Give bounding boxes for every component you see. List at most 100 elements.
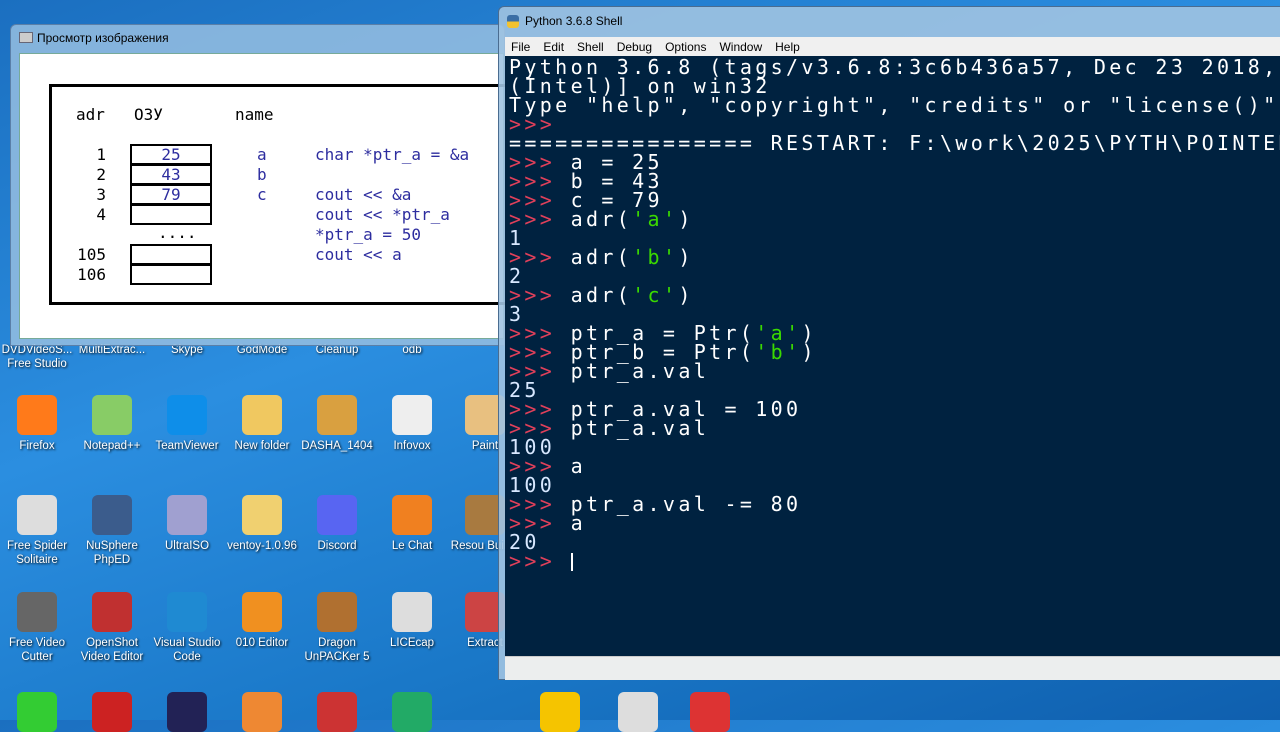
header-ram: ОЗУ <box>134 105 163 124</box>
desktop-icon-label: Le Chat <box>391 540 433 552</box>
app-icon <box>317 495 357 535</box>
window-title: Python 3.6.8 Shell <box>525 14 623 28</box>
desktop-icon[interactable]: TeamViewer <box>150 395 224 453</box>
menu-debug[interactable]: Debug <box>611 37 659 56</box>
desktop-icon[interactable]: Dragon UnPACKer 5 <box>300 592 374 664</box>
desktop-icon[interactable]: DASHA_1404 <box>300 395 374 453</box>
code-line: cout << a <box>315 245 402 264</box>
python-shell-window[interactable]: Python 3.6.8 Shell File Edit Shell Debug Opt… <box>498 6 1280 680</box>
code-text: a <box>570 454 586 478</box>
desktop-icon-label: Discord <box>317 540 357 552</box>
code-text: 'b' <box>755 340 802 364</box>
desktop-icon[interactable]: DVDVideoS... Free Studio <box>0 343 74 371</box>
shell-line: >>> adr('a') <box>509 207 1280 231</box>
desktop-icon[interactable]: LICEcap <box>375 592 449 650</box>
address-label: 2 <box>96 165 106 184</box>
menu-bar: File Edit Shell Debug Options Window Help <box>505 37 1280 56</box>
address-label: 105 <box>77 245 106 264</box>
app-icon <box>92 495 132 535</box>
code-text: a <box>570 511 586 535</box>
desktop-icon[interactable]: Discord <box>300 495 374 553</box>
app-icon <box>242 495 282 535</box>
desktop-icon-label: UltraISO <box>164 540 210 552</box>
app-icon <box>17 592 57 632</box>
desktop-icon[interactable]: Firefox <box>0 395 74 453</box>
code-line: cout << *ptr_a <box>315 205 450 224</box>
variable-name: a <box>257 145 267 164</box>
desktop-icon[interactable]: Free Spider Solitaire <box>0 495 74 567</box>
desktop-icon-label: DVDVideoS... Free Studio <box>1 344 73 370</box>
app-icon <box>92 592 132 632</box>
code-text: ptr_a.val -= 80 <box>570 492 802 516</box>
address-label: 106 <box>77 265 106 284</box>
prompt: >>> <box>509 549 571 573</box>
desktop-icon[interactable]: Le Chat <box>375 495 449 553</box>
image-content: adr ОЗУ name 1 25 a 2 43 b 3 79 c 4 105 106.... char… <box>19 53 519 339</box>
desktop-icon-label: 010 Editor <box>235 637 289 649</box>
app-icon <box>17 395 57 435</box>
desktop-icon[interactable]: UltraISO <box>150 495 224 553</box>
desktop-icon[interactable]: Infovox <box>375 395 449 453</box>
menu-window[interactable]: Window <box>713 37 769 56</box>
app-icon <box>17 692 57 732</box>
desktop-icon[interactable]: 010 Editor <box>225 592 299 650</box>
variable-name: b <box>257 165 267 184</box>
memory-cell: 43 <box>130 164 212 185</box>
memory-cell <box>130 264 212 285</box>
menu-help[interactable]: Help <box>769 37 807 56</box>
app-icon <box>317 395 357 435</box>
app-icon <box>242 692 282 732</box>
code-text: 'c' <box>632 283 679 307</box>
desktop-icon[interactable]: New folder <box>225 395 299 453</box>
shell-output[interactable]: Python 3.6.8 (tags/v3.6.8:3c6b436a57, De… <box>505 56 1280 656</box>
desktop-icon-label: LICEcap <box>389 637 435 649</box>
app-icon <box>392 592 432 632</box>
address-label: 4 <box>96 205 106 224</box>
app-icon <box>618 692 658 732</box>
shell-line: >>> ptr_a.val -= 80 <box>509 492 1280 516</box>
address-label: 1 <box>96 145 106 164</box>
menu-options[interactable]: Options <box>659 37 713 56</box>
address-label: 3 <box>96 185 106 204</box>
ellipsis: .... <box>158 223 197 242</box>
desktop-icon-label: Free Video Cutter <box>8 637 66 663</box>
desktop-icon[interactable]: Visual Studio Code <box>150 592 224 664</box>
app-icon <box>392 495 432 535</box>
desktop-icon[interactable]: ventoy-1.0.96 <box>225 495 299 553</box>
code-line: cout << &a <box>315 185 412 204</box>
desktop-icon-label: Notepad++ <box>83 440 141 452</box>
code-text: adr( <box>570 283 633 307</box>
code-text: ) <box>678 207 694 231</box>
code-text: adr( <box>570 207 633 231</box>
desktop-icon[interactable]: OpenShot Video Editor <box>75 592 149 664</box>
menu-edit[interactable]: Edit <box>537 37 571 56</box>
code-line: char *ptr_a = &a <box>315 145 470 164</box>
app-icon <box>540 692 580 732</box>
app-icon <box>392 395 432 435</box>
desktop-icon-label: Free Spider Solitaire <box>6 540 68 566</box>
app-icon <box>167 395 207 435</box>
app-icon <box>167 495 207 535</box>
image-viewer-window[interactable]: Просмотр изображения adr ОЗУ name 1 25 a 2 4… <box>10 24 519 346</box>
code-text: adr( <box>570 245 633 269</box>
menu-shell[interactable]: Shell <box>571 37 611 56</box>
code-text: ptr_a.val <box>570 359 710 383</box>
app-icon <box>17 495 57 535</box>
code-text: ) <box>801 340 817 364</box>
shell-line: >>> adr('b') <box>509 245 1280 269</box>
desktop-icon[interactable]: NuSphere PhpED <box>75 495 149 567</box>
shell-line: >>> ptr_a.val <box>509 359 1280 383</box>
desktop-icon[interactable]: Free Video Cutter <box>0 592 74 664</box>
app-icon <box>317 692 357 732</box>
app-icon <box>92 692 132 732</box>
app-icon <box>242 592 282 632</box>
menu-file[interactable]: File <box>505 37 537 56</box>
shell-line: >>> a <box>509 454 1280 478</box>
desktop-icon-label: Visual Studio Code <box>153 637 221 663</box>
desktop-icon[interactable]: Notepad++ <box>75 395 149 453</box>
app-icon <box>392 692 432 732</box>
code-line: *ptr_a = 50 <box>315 225 421 244</box>
header-adr: adr <box>76 105 105 124</box>
memory-cell <box>130 244 212 265</box>
status-bar <box>505 656 1280 680</box>
